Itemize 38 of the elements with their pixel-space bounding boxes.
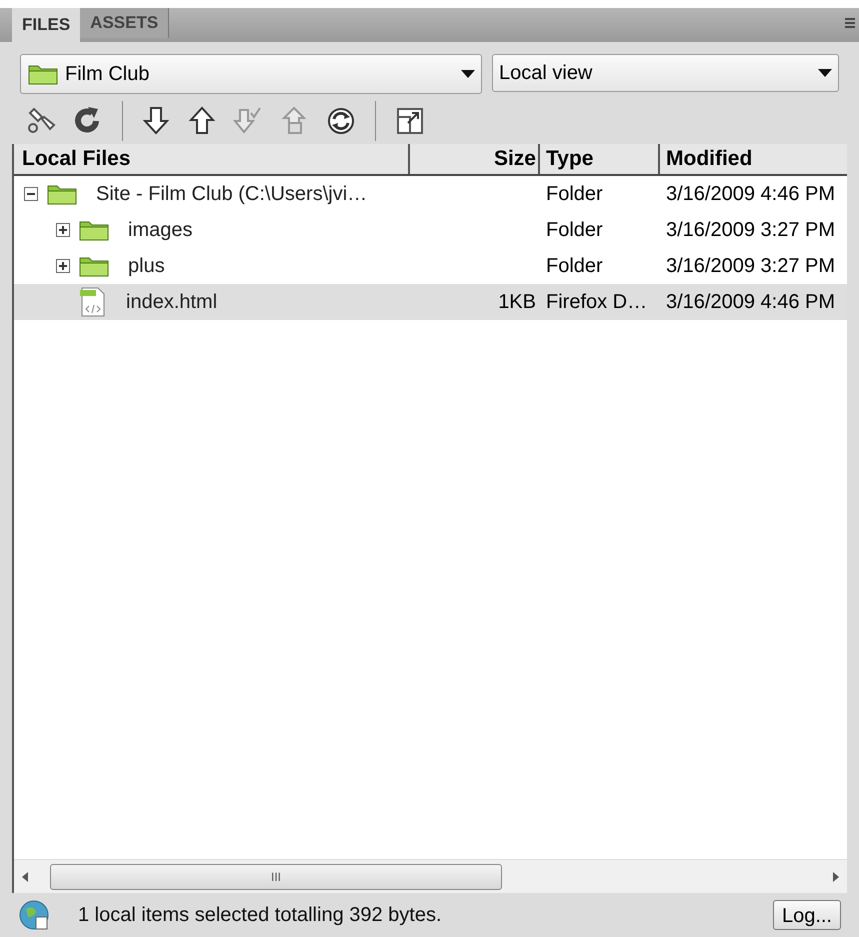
file-type: Folder bbox=[546, 219, 603, 241]
folder-name: Site - Film Club (C:\Users\jvi… bbox=[95, 182, 368, 207]
modified-date: 3/16/2009 4:46 PM bbox=[666, 291, 836, 313]
globe-icon bbox=[18, 899, 50, 931]
file-size: 1KB bbox=[498, 290, 536, 315]
expand-panel-icon[interactable] bbox=[394, 105, 426, 137]
expand-toggle-icon[interactable] bbox=[56, 259, 70, 273]
scroll-right-icon[interactable] bbox=[833, 872, 839, 882]
site-dropdown[interactable]: Film Club bbox=[20, 54, 482, 94]
file-type: Folder bbox=[546, 255, 603, 277]
dropdown-caret-icon bbox=[461, 70, 475, 78]
column-header[interactable]: Modified bbox=[660, 144, 847, 174]
column-header[interactable]: Size bbox=[410, 144, 540, 174]
modified-date: 3/16/2009 4:46 PM bbox=[666, 183, 836, 205]
sync-icon[interactable] bbox=[325, 105, 357, 137]
file-row[interactable]: index.html 1KB Firefox D… 3/16/2009 4:46 PM bbox=[14, 284, 847, 320]
expand-toggle-icon[interactable] bbox=[56, 223, 70, 237]
folder-name: images bbox=[127, 218, 192, 243]
file-row[interactable]: Site - Film Club (C:\Users\jvi… Folder 3/16/2009 4:46 PM bbox=[14, 176, 847, 212]
modified-date: 3/16/2009 3:27 PM bbox=[666, 219, 836, 241]
scroll-left-icon[interactable] bbox=[22, 872, 28, 882]
view-dropdown[interactable]: Local view bbox=[492, 54, 839, 92]
folder-name: plus bbox=[127, 254, 165, 279]
collapse-toggle-icon[interactable] bbox=[24, 187, 38, 201]
file-name: index.html bbox=[125, 290, 218, 315]
file-type: Firefox D… bbox=[546, 291, 648, 313]
file-row[interactable]: images Folder 3/16/2009 3:27 PM bbox=[14, 212, 847, 248]
status-text: 1 local items selected totalling 392 bytes. bbox=[78, 903, 443, 928]
dropdown-caret-icon bbox=[818, 69, 832, 77]
file-type: Folder bbox=[546, 183, 603, 205]
panel-tab[interactable]: ASSETS bbox=[80, 8, 170, 38]
modified-date: 3/16/2009 3:27 PM bbox=[666, 255, 836, 277]
column-header[interactable]: Local Files bbox=[14, 144, 410, 174]
file-row[interactable]: plus Folder 3/16/2009 3:27 PM bbox=[14, 248, 847, 284]
log-button[interactable]: Log... bbox=[772, 900, 841, 930]
panel-tab[interactable]: FILES bbox=[12, 8, 80, 42]
scrollbar-thumb[interactable]: III bbox=[50, 864, 502, 890]
column-header[interactable]: Type bbox=[540, 144, 660, 174]
